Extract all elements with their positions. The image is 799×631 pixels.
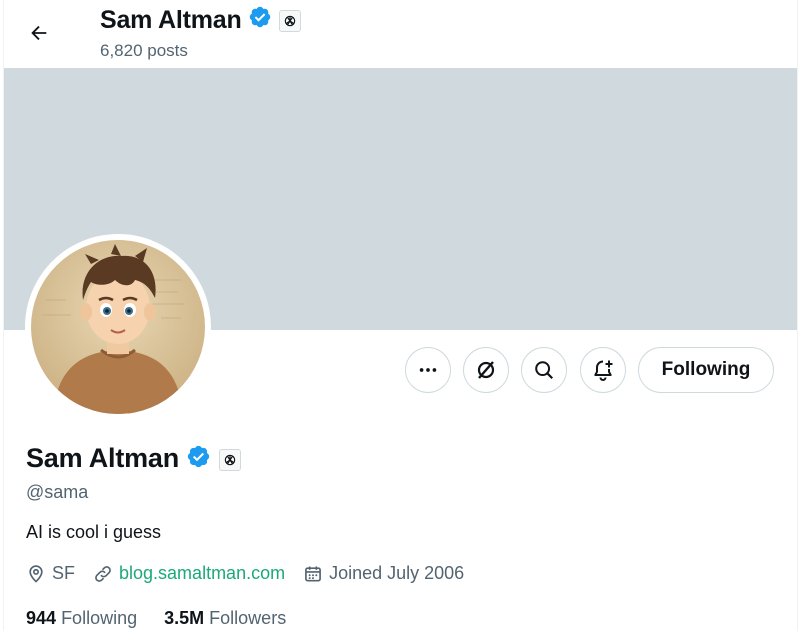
grok-icon bbox=[477, 361, 495, 379]
following-stat[interactable]: 944 Following bbox=[26, 608, 137, 628]
following-stat-label: Following bbox=[61, 608, 138, 628]
search-button[interactable] bbox=[521, 347, 567, 393]
grok-button[interactable] bbox=[463, 347, 509, 393]
followers-stat[interactable]: 3.5M Followers bbox=[164, 608, 286, 628]
following-count: 944 bbox=[26, 608, 57, 628]
profile-handle: @sama bbox=[26, 482, 89, 502]
profile-name: Sam Altman bbox=[26, 441, 241, 477]
followers-count: 3.5M bbox=[164, 608, 205, 628]
header-name-text: Sam Altman bbox=[100, 6, 242, 34]
profile-page: Sam Altman 6,820 posts Following Sam Alt… bbox=[0, 0, 799, 631]
affiliate-badge-icon[interactable] bbox=[279, 10, 302, 33]
profile-name-text: Sam Altman bbox=[26, 443, 180, 473]
calendar-icon bbox=[305, 566, 322, 581]
affiliate-badge-icon[interactable] bbox=[218, 448, 241, 471]
followers-stat-label: Followers bbox=[209, 608, 287, 628]
more-icon bbox=[419, 368, 437, 372]
website-link[interactable]: blog.samaltman.com bbox=[119, 563, 285, 584]
website-item[interactable]: blog.samaltman.com bbox=[93, 563, 285, 584]
profile-bio: AI is cool i guess bbox=[26, 522, 162, 542]
back-arrow-icon[interactable] bbox=[22, 16, 56, 50]
profile-stats: 944 Following 3.5M Followers bbox=[26, 608, 308, 629]
search-icon bbox=[535, 361, 554, 380]
location-icon bbox=[29, 564, 43, 583]
more-button[interactable] bbox=[405, 347, 451, 393]
avatar-image bbox=[31, 240, 205, 414]
avatar[interactable] bbox=[25, 234, 211, 420]
profile-meta: SF blog.samaltman.com Joined July 2006 bbox=[26, 563, 482, 584]
joined-text: Joined July 2006 bbox=[329, 563, 465, 583]
notification-bell-plus-icon bbox=[594, 360, 613, 381]
header-title: Sam Altman bbox=[100, 4, 302, 37]
location-item: SF bbox=[26, 563, 75, 584]
notifications-button[interactable] bbox=[580, 347, 626, 393]
following-button[interactable]: Following bbox=[638, 347, 774, 393]
link-icon bbox=[95, 565, 111, 582]
verified-badge-icon[interactable] bbox=[186, 443, 211, 477]
verified-badge-icon[interactable] bbox=[248, 5, 272, 37]
right-border bbox=[797, 0, 798, 631]
posts-count: 6,820 posts bbox=[100, 41, 188, 60]
joined-item: Joined July 2006 bbox=[303, 563, 464, 584]
location-text: SF bbox=[52, 563, 76, 583]
